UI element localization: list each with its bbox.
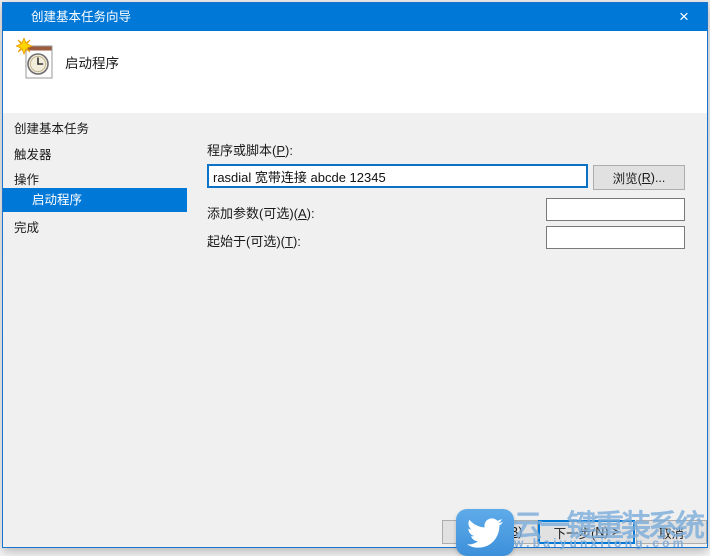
start-in-input[interactable] bbox=[546, 226, 685, 249]
sidebar-item-create-basic-task: 创建基本任务 bbox=[14, 122, 90, 136]
next-button[interactable]: 下一步(N) > bbox=[538, 520, 635, 544]
create-basic-task-wizard-dialog: 创建基本任务向导 × 启动程序 创建基本任务 触发器 操作 启动程序 完成 程序… bbox=[2, 2, 708, 548]
sidebar-item-action: 操作 bbox=[14, 173, 40, 187]
cancel-button[interactable]: 取消 bbox=[636, 520, 707, 544]
sidebar-item-start-program-active: 启动程序 bbox=[3, 188, 187, 212]
wizard-header: 启动程序 bbox=[3, 31, 707, 113]
close-icon: × bbox=[679, 7, 689, 26]
program-or-script-input[interactable] bbox=[207, 164, 588, 188]
sidebar-item-finish: 完成 bbox=[14, 221, 40, 235]
titlebar[interactable]: 创建基本任务向导 × bbox=[3, 3, 707, 31]
start-in-label: 起始于(可选)(T): bbox=[207, 234, 301, 249]
window-title: 创建基本任务向导 bbox=[31, 10, 132, 24]
twitter-icon bbox=[456, 509, 514, 556]
screen: 创建基本任务向导 × 启动程序 创建基本任务 触发器 操作 启动程序 完成 程序… bbox=[0, 0, 710, 556]
page-title: 启动程序 bbox=[65, 56, 119, 71]
wizard-body: 创建基本任务 触发器 操作 启动程序 完成 程序或脚本(P): 浏览(R)...… bbox=[3, 113, 707, 547]
sidebar-item-trigger: 触发器 bbox=[14, 148, 52, 162]
program-or-script-label: 程序或脚本(P): bbox=[207, 143, 293, 158]
task-wizard-icon bbox=[14, 36, 56, 82]
close-button[interactable]: × bbox=[668, 5, 700, 29]
add-arguments-input[interactable] bbox=[546, 198, 685, 221]
sparkle-icon bbox=[14, 36, 34, 56]
browse-button[interactable]: 浏览(R)... bbox=[593, 165, 685, 190]
add-arguments-label: 添加参数(可选)(A): bbox=[207, 206, 315, 221]
